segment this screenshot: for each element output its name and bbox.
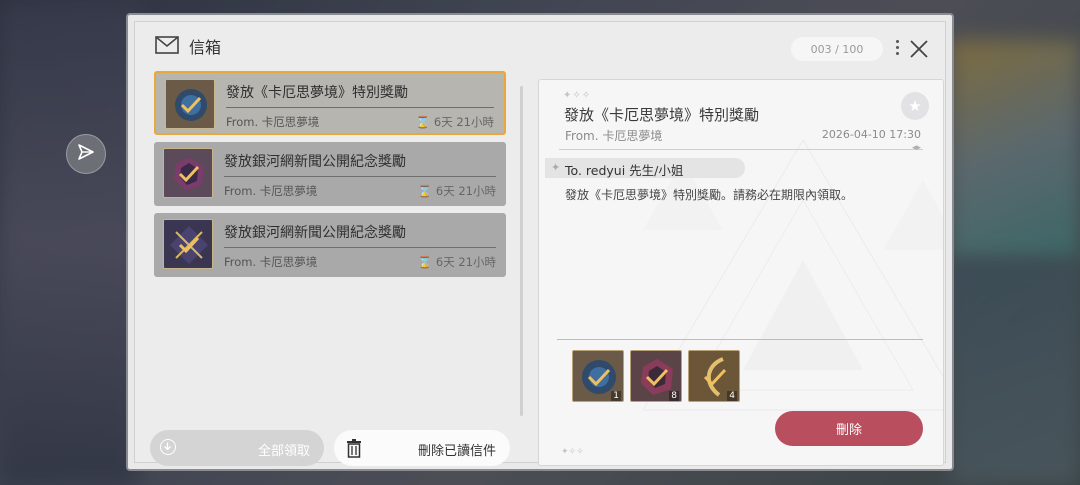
envelope-icon [155,36,179,58]
claim-all-button[interactable]: 全部領取 [150,430,324,466]
divider-arrows: ◂▸ [911,143,921,153]
close-button[interactable] [908,38,930,60]
mailbox-window: 信箱 003 / 100 發放《卡厄思夢境》特別獎勵 From. 卡厄思夢境 ⌛… [126,13,954,471]
mail-item-1[interactable]: 發放《卡厄思夢境》特別獎勵 From. 卡厄思夢境 ⌛ 6天 21小時 [154,71,506,135]
mail-expiry-text: 6天 21小時 [435,184,496,198]
divider [226,107,494,108]
favorite-button[interactable]: ★ [901,92,929,120]
download-icon [160,439,176,455]
mail-counter: 003 / 100 [791,37,883,61]
hourglass-icon: ⌛ [417,184,432,198]
detail-sender: From. 卡厄思夢境 [565,129,663,143]
mail-reward-thumbnail [163,219,213,269]
more-vertical-icon[interactable] [894,38,900,58]
mail-title: 發放銀河網新聞公開紀念獎勵 [224,154,406,170]
mail-item-2[interactable]: 發放銀河網新聞公開紀念獎勵 From. 卡厄思夢境 ⌛ 6天 21小時 [154,142,506,206]
mail-reward-thumbnail [165,79,215,129]
delete-read-label: 刪除已讀信件 [417,444,496,459]
mail-sender: From. 卡厄思夢境 [226,115,320,129]
attachment-item-2[interactable]: 8 [630,350,682,402]
attachment-item-1[interactable]: 1 [572,350,624,402]
plus-icon: ✦ [551,161,561,174]
send-button[interactable] [66,134,106,174]
footer-decoration: ✦✧✧ [561,447,584,457]
recipient-pill: ✦ To. redyui 先生/小姐 [545,158,745,178]
star-icon: ★ [908,97,922,115]
mail-expiry: ⌛ 6天 21小時 [418,183,496,199]
trash-icon [346,438,362,462]
attachments-divider [557,339,923,340]
send-icon [76,142,96,166]
mail-title: 發放《卡厄思夢境》特別獎勵 [226,85,408,101]
mail-reward-thumbnail [163,148,213,198]
mailbox-panel: 信箱 003 / 100 發放《卡厄思夢境》特別獎勵 From. 卡厄思夢境 ⌛… [134,21,946,466]
attachment-quantity: 1 [611,391,621,401]
mail-expiry: ⌛ 6天 21小時 [418,254,496,270]
detail-date: 2026-04-10 17:30 [821,128,921,141]
mail-list: 發放《卡厄思夢境》特別獎勵 From. 卡厄思夢境 ⌛ 6天 21小時 發放銀河… [146,71,506,415]
mail-detail: ✦✧✧ 發放《卡厄思夢境》特別獎勵 From. 卡厄思夢境 2026-04-10… [538,79,944,466]
detail-title: 發放《卡厄思夢境》特別獎勵 [564,106,760,124]
titlebar: 信箱 003 / 100 [135,22,945,66]
mail-sender: From. 卡厄思夢境 [224,255,318,269]
mail-expiry: ⌛ 6天 21小時 [416,114,494,130]
attachment-quantity: 4 [727,391,737,401]
delete-read-button[interactable]: 刪除已讀信件 [334,430,510,466]
attachment-item-3[interactable]: 4 [688,350,740,402]
mail-expiry-text: 6天 21小時 [435,255,496,269]
mail-expiry-text: 6天 21小時 [433,115,494,129]
mail-sender: From. 卡厄思夢境 [224,184,318,198]
recipient-text: To. redyui 先生/小姐 [565,163,684,178]
detail-divider [559,149,923,150]
mail-title: 發放銀河網新聞公開紀念獎勵 [224,225,406,241]
mail-list-scrollbar[interactable] [520,86,523,416]
delete-button[interactable]: 刪除 [775,411,923,446]
attachment-quantity: 8 [669,391,679,401]
window-title: 信箱 [189,38,222,57]
hourglass-icon: ⌛ [417,255,432,269]
hourglass-icon: ⌛ [415,115,430,129]
mail-body: 發放《卡厄思夢境》特別獎勵。請務必在期限內領取。 [565,188,854,202]
mail-item-3[interactable]: 發放銀河網新聞公開紀念獎勵 From. 卡厄思夢境 ⌛ 6天 21小時 [154,213,506,277]
sparkle-decoration: ✦✧✧ [563,90,592,101]
close-icon [910,40,928,58]
divider [224,176,496,177]
claim-all-label: 全部領取 [257,444,310,459]
divider [224,247,496,248]
